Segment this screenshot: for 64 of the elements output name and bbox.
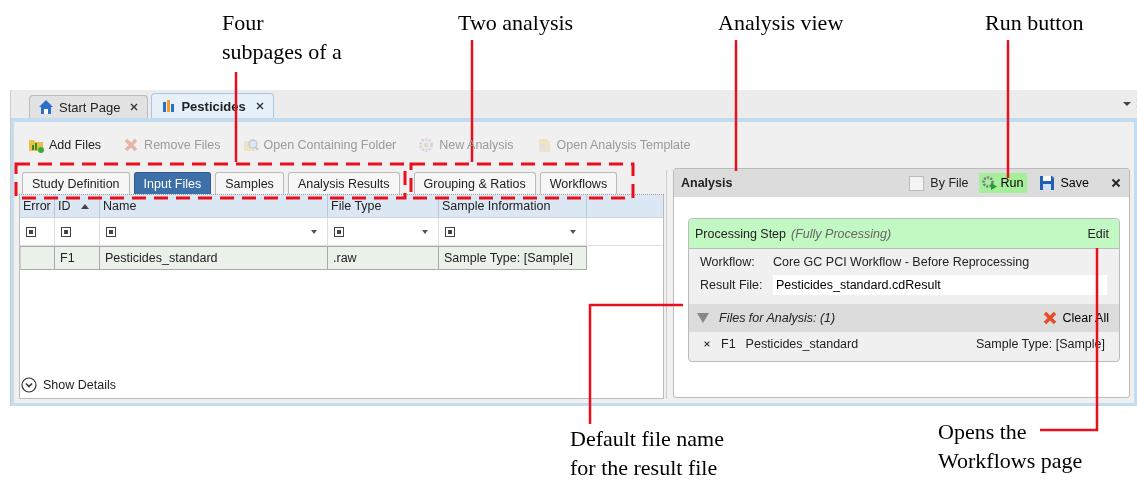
column-label: ID [58,199,71,213]
delete-icon [123,137,140,153]
filter-icon[interactable] [106,226,116,237]
delete-icon [1042,310,1059,326]
filter-icon[interactable] [61,226,71,237]
by-file-checkbox[interactable]: By File [909,175,969,191]
home-icon [38,99,54,115]
column-header[interactable]: Name [100,195,328,217]
column-label: File Type [331,199,382,213]
callout-text: Run button [985,9,1084,37]
magnifier-folder-icon [242,137,259,153]
callout-text: Four subpages of a [222,9,342,67]
run-button[interactable]: Run [978,173,1027,193]
toolbar-button[interactable]: Add Files [23,134,107,156]
remove-icon[interactable] [703,340,711,348]
section-title: Files for Analysis: (1) [719,311,836,325]
column-header[interactable]: File Type [328,195,439,217]
subpage-tab[interactable]: Workflows [539,172,618,194]
callout-text: Default file name for the result file [570,425,724,481]
result-file-field[interactable]: Pesticides_standard.cdResult [773,275,1107,295]
callout-text: Opens the Workflows page [938,418,1083,476]
document-tab[interactable]: Start Page [29,95,149,118]
save-button[interactable]: Save [1036,173,1091,193]
column-label: Name [103,199,137,213]
filter-icon[interactable] [26,226,36,237]
table-row[interactable]: F1 Pesticides_standard .raw Sample Type: [Sample] [20,246,663,270]
column-header[interactable]: Sample Information [439,195,587,217]
dropdown-caret-icon[interactable] [311,229,317,234]
edit-link[interactable]: Edit [1087,226,1109,241]
table-cell: Sample Type: [Sample] [444,251,573,265]
window-controls-icon[interactable] [1121,99,1137,109]
close-icon[interactable] [129,102,140,112]
subpage-tab[interactable]: Input Files [133,172,212,194]
bar-chart-icon [160,98,177,114]
step-subtitle: (Fully Processing) [791,226,892,241]
field-label: Workflow: [700,255,756,269]
workflow-name: Core GC PCI Workflow - Before Reprocessing [773,255,1030,269]
callout-text: Two analysis [458,9,574,37]
dropdown-caret-icon[interactable] [570,229,576,234]
table-cell: Pesticides_standard [105,251,218,265]
callout-text: Analysis view [718,9,844,37]
subpage-tab[interactable]: Samples [215,172,284,194]
folder-add-icon [28,137,44,153]
gear-icon [418,137,435,153]
close-icon[interactable] [1111,178,1121,188]
subpage-tab[interactable]: Analysis Results [287,172,400,194]
table-cell: .raw [333,251,357,265]
panel-title: Analysis [681,176,733,190]
dropdown-caret-icon[interactable] [422,229,428,234]
gears-icon [981,175,998,191]
filter-icon[interactable] [445,226,455,237]
subpage-tab[interactable]: Grouping & Ratios [413,172,536,194]
file-id: F1 [721,337,736,351]
table-cell: F1 [60,251,75,265]
column-header[interactable]: ID [55,195,100,217]
column-label: Sample Information [442,199,551,213]
subpage-tab[interactable]: Study Definition [22,172,130,194]
file-name: Pesticides_standard [745,337,859,351]
show-details-toggle[interactable]: Show Details [20,375,663,398]
collapse-triangle-icon[interactable] [697,313,709,323]
filter-icon[interactable] [334,226,344,237]
field-label: Result File: [700,278,764,292]
close-icon[interactable] [254,101,265,111]
step-title: Processing Step [695,226,787,241]
